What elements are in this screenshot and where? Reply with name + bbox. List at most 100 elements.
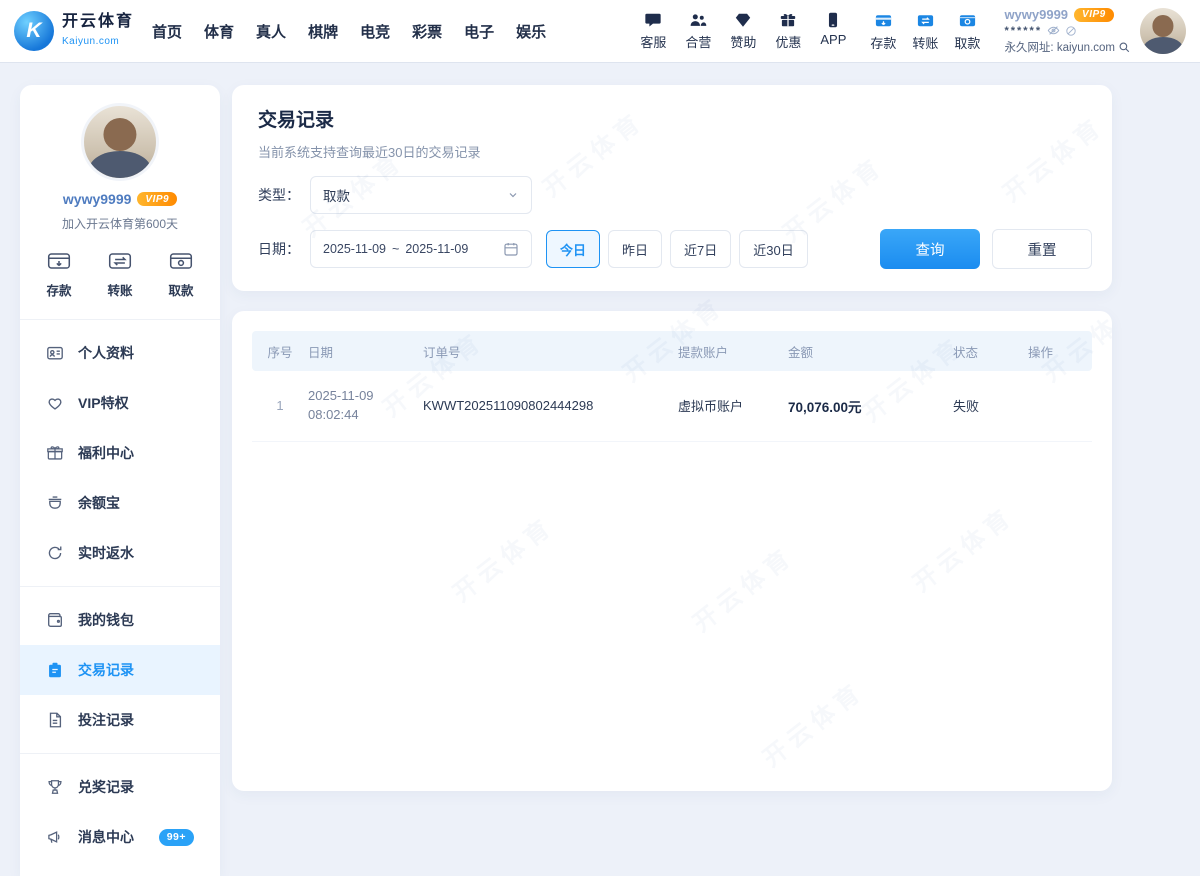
type-select[interactable]: 取款 [310,176,532,214]
customer-service-link[interactable]: 客服 [640,11,666,51]
nav-item-home[interactable]: 首页 [152,21,182,42]
sidebar-transfer-label: 转账 [107,280,132,299]
sidebar-item-messages-label: 消息中心 [78,827,134,847]
range-30days-button[interactable]: 近30日 [739,230,807,268]
customer-service-label: 客服 [640,32,666,51]
sidebar-item-wallet[interactable]: 我的钱包 [20,595,220,645]
chat-icon [644,11,662,29]
query-button[interactable]: 查询 [880,229,980,269]
nav-item-sports[interactable]: 体育 [204,21,234,42]
nav-item-lottery[interactable]: 彩票 [412,21,442,42]
id-card-icon [46,344,64,362]
profile-vip-badge: VIP9 [137,192,177,206]
col-header-order: 订单号 [423,342,678,361]
cell-status: 失败 [953,396,1028,415]
table-header-row: 序号 日期 订单号 提款账户 金额 状态 操作 [252,331,1092,371]
sidebar-item-rebate[interactable]: 实时返水 [20,528,220,578]
heart-icon [46,394,64,412]
username[interactable]: wywy9999 [1004,7,1068,22]
withdraw-link[interactable]: 取款 [954,11,980,52]
phone-icon [824,11,842,29]
filter-action-buttons: 查询 重置 [880,229,1092,269]
brand-logo-icon: K [14,11,54,51]
range-7days-button[interactable]: 近7日 [670,230,731,268]
transfer-label: 转账 [912,33,938,52]
sidebar-divider [20,319,220,320]
site-url[interactable]: 永久网址: kaiyun.com [1004,39,1115,55]
col-header-status: 状态 [953,342,1028,361]
sidebar-quick-actions: 存款 转账 取款 [20,232,220,315]
gift-outline-icon [46,444,64,462]
cell-date: 2025-11-09 08:02:44 [308,387,423,425]
app-label: APP [820,32,846,47]
withdraw-outline-icon [168,248,194,274]
date-separator: ~ [392,242,399,256]
promo-link[interactable]: 优惠 [775,11,801,51]
sidebar: wywy9999 VIP9 加入开云体育第600天 存款 转账 取款 个人资料 … [20,85,220,876]
withdraw-label: 取款 [954,33,980,52]
sidebar-item-messages[interactable]: 消息中心 99+ [20,812,220,862]
cell-no: 1 [252,398,308,413]
sidebar-deposit-label: 存款 [46,280,71,299]
nav-item-slots[interactable]: 电子 [464,21,494,42]
message-count-badge: 99+ [159,829,194,846]
sidebar-item-vip[interactable]: VIP特权 [20,378,220,428]
deposit-label: 存款 [870,33,896,52]
sidebar-item-prizes[interactable]: 兑奖记录 [20,762,220,812]
sidebar-item-bets[interactable]: 投注记录 [20,695,220,745]
range-today-button[interactable]: 今日 [546,230,600,268]
refresh-icon[interactable] [1065,25,1077,37]
megaphone-icon [46,828,64,846]
sidebar-item-transactions[interactable]: 交易记录 [20,645,220,695]
sidebar-item-welfare[interactable]: 福利中心 [20,428,220,478]
profile-avatar[interactable] [81,103,159,181]
cell-amount: 70,076.00元 [788,396,953,416]
promo-label: 优惠 [775,32,801,51]
user-block: wywy9999 VIP9 ****** 永久网址: kaiyun.com [1004,7,1130,55]
vip-badge: VIP9 [1074,8,1114,22]
user-avatar[interactable] [1140,8,1186,54]
sidebar-item-profile[interactable]: 个人资料 [20,328,220,378]
sidebar-withdraw-button[interactable]: 取款 [168,248,194,299]
type-select-value: 取款 [323,185,350,205]
brand-logo[interactable]: K 开云体育 Kaiyun.com [14,11,134,51]
sidebar-item-yuebao[interactable]: 余额宝 [20,478,220,528]
sidebar-menu-group-2: 我的钱包 交易记录 投注记录 [20,591,220,749]
clipboard-icon [46,661,64,679]
sponsor-label: 赞助 [730,32,756,51]
brand-domain: Kaiyun.com [62,36,119,47]
partners-icon [689,11,707,29]
sidebar-item-yuebao-label: 余额宝 [78,493,120,513]
date-range-input[interactable]: 2025-11-09 ~ 2025-11-09 [310,230,532,268]
sidebar-menu-group-3: 兑奖记录 消息中心 99+ [20,758,220,866]
reset-button[interactable]: 重置 [992,229,1092,269]
nav-item-esports[interactable]: 电竞 [360,21,390,42]
transfer-outline-icon [107,248,133,274]
sidebar-item-transactions-label: 交易记录 [78,660,134,680]
nav-item-cards[interactable]: 棋牌 [308,21,338,42]
partnership-link[interactable]: 合营 [685,11,711,51]
records-table-card: 序号 日期 订单号 提款账户 金额 状态 操作 1 2025-11-09 08:… [232,311,1112,791]
transfer-link[interactable]: 转账 [912,11,938,52]
deposit-outline-icon [46,248,72,274]
diamond-icon [734,11,752,29]
trophy-icon [46,778,64,796]
search-icon[interactable] [1118,41,1130,53]
col-header-no: 序号 [252,342,308,361]
app-link[interactable]: APP [820,11,846,51]
sidebar-deposit-button[interactable]: 存款 [46,248,72,299]
nav-item-entertainment[interactable]: 娱乐 [516,21,546,42]
range-yesterday-button[interactable]: 昨日 [608,230,662,268]
sidebar-divider [20,586,220,587]
sidebar-item-wallet-label: 我的钱包 [78,610,134,630]
col-header-action: 操作 [1028,342,1092,361]
sponsor-link[interactable]: 赞助 [730,11,756,51]
date-filter-row: 日期： 2025-11-09 ~ 2025-11-09 今日 昨日 近7日 近3… [258,229,1092,269]
deposit-link[interactable]: 存款 [870,11,896,52]
nav-item-live[interactable]: 真人 [256,21,286,42]
eye-off-icon[interactable] [1047,24,1060,37]
date-start: 2025-11-09 [323,242,386,256]
sidebar-item-rebate-label: 实时返水 [78,543,134,563]
sidebar-transfer-button[interactable]: 转账 [107,248,133,299]
masked-balance: ****** [1004,25,1042,37]
